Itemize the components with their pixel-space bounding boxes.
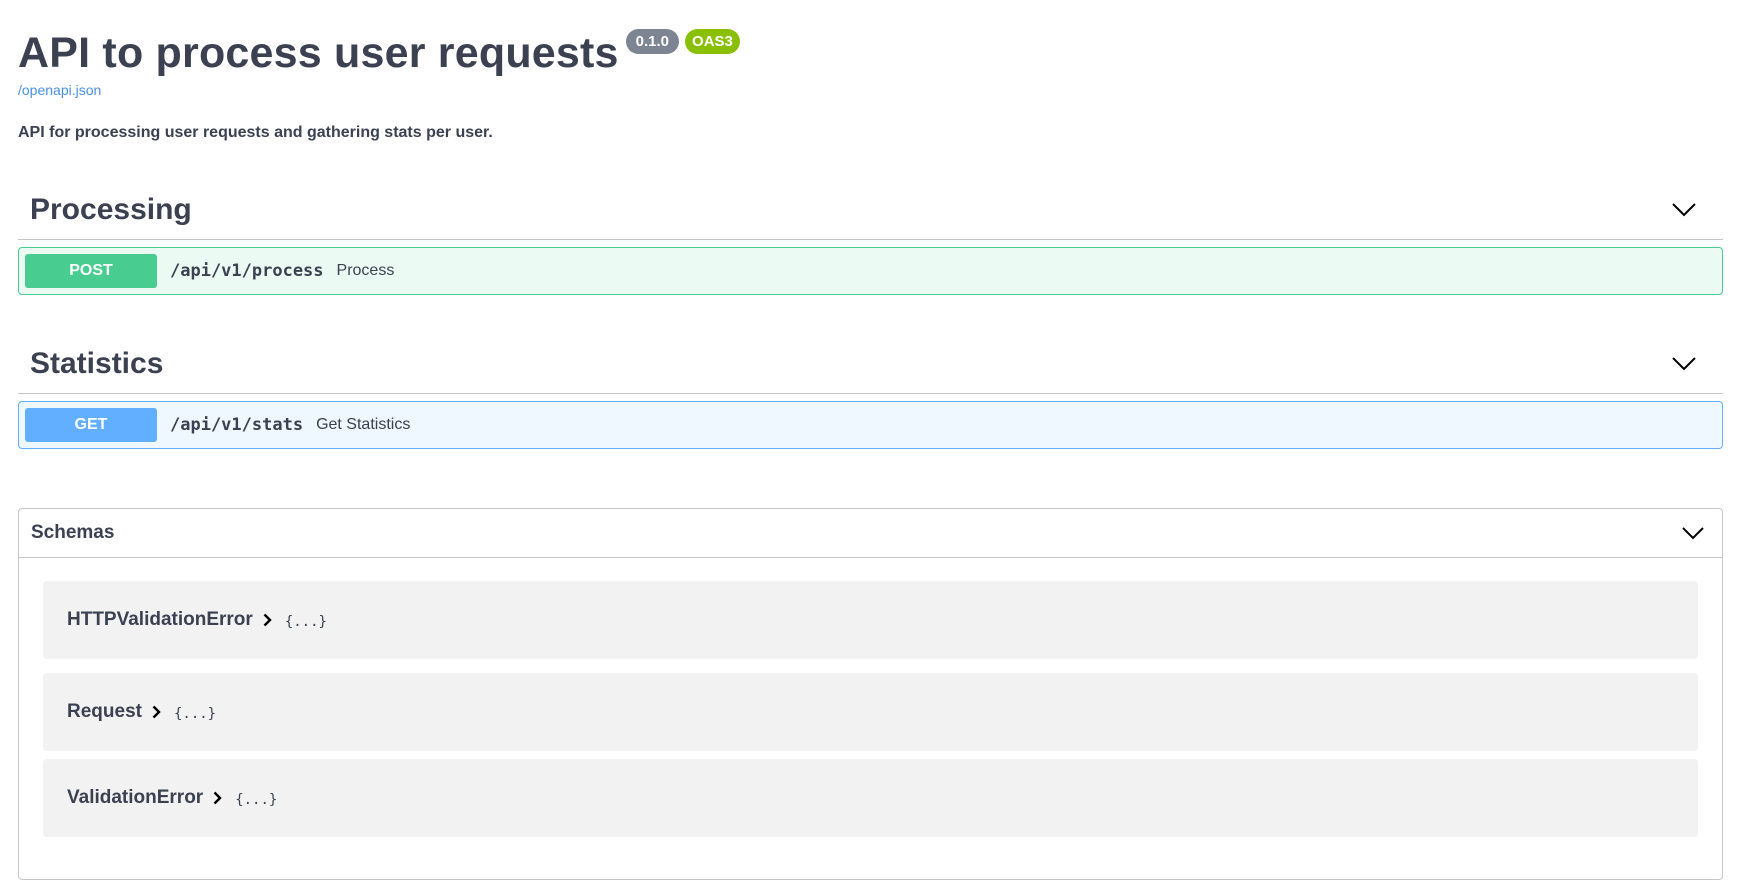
model-name: ValidationError [67, 787, 204, 808]
model-validationerror[interactable]: ValidationError {...} [43, 759, 1698, 837]
tag-header-statistics[interactable]: Statistics [18, 334, 1723, 394]
chevron-right-icon[interactable] [213, 791, 227, 805]
chevron-down-icon[interactable] [1671, 197, 1697, 223]
tag-name: Processing [30, 192, 192, 226]
chevron-right-icon[interactable] [152, 705, 166, 719]
api-title: API to process user requests [18, 29, 619, 77]
operation-path: /api/v1/stats [170, 415, 304, 435]
model-collapsed-brace: {...} [284, 614, 327, 630]
model-httpvalidationerror[interactable]: HTTPValidationError {...} [43, 581, 1698, 659]
model-collapsed-brace: {...} [173, 706, 217, 722]
operation-post-process[interactable]: POST /api/v1/process Process [18, 247, 1723, 295]
api-info-header: API to process user requests 0.1.0 OAS3 [18, 26, 740, 80]
model-request[interactable]: Request {...} [43, 673, 1698, 751]
method-badge: POST [25, 254, 157, 288]
schemas-title: Schemas [31, 522, 115, 543]
operation-summary: Get Statistics [316, 416, 411, 433]
chevron-right-icon[interactable] [263, 613, 277, 627]
version-badge: 0.1.0 [625, 29, 680, 54]
model-name: Request [67, 701, 142, 722]
tag-name: Statistics [30, 346, 164, 380]
oas-badge: OAS3 [685, 29, 740, 54]
schemas-section: Schemas HTTPValidationError {...} Reques… [18, 508, 1723, 880]
chevron-down-icon[interactable] [1680, 520, 1706, 546]
operation-get-stats[interactable]: GET /api/v1/stats Get Statistics [18, 401, 1723, 449]
method-badge: GET [25, 408, 157, 442]
tag-section-processing: Processing POST /api/v1/process Process [18, 180, 1723, 295]
openapi-spec-link[interactable]: /openapi.json [18, 82, 101, 98]
tag-section-statistics: Statistics GET /api/v1/stats Get Statist… [18, 334, 1723, 449]
operation-summary: Process [336, 262, 395, 279]
tag-header-processing[interactable]: Processing [18, 180, 1723, 240]
api-description: API for processing user requests and gat… [18, 124, 493, 141]
operation-path: /api/v1/process [170, 261, 324, 281]
schemas-header[interactable]: Schemas [19, 509, 1722, 558]
model-collapsed-brace: {...} [235, 792, 278, 808]
model-name: HTTPValidationError [67, 609, 253, 630]
chevron-down-icon[interactable] [1671, 351, 1697, 377]
